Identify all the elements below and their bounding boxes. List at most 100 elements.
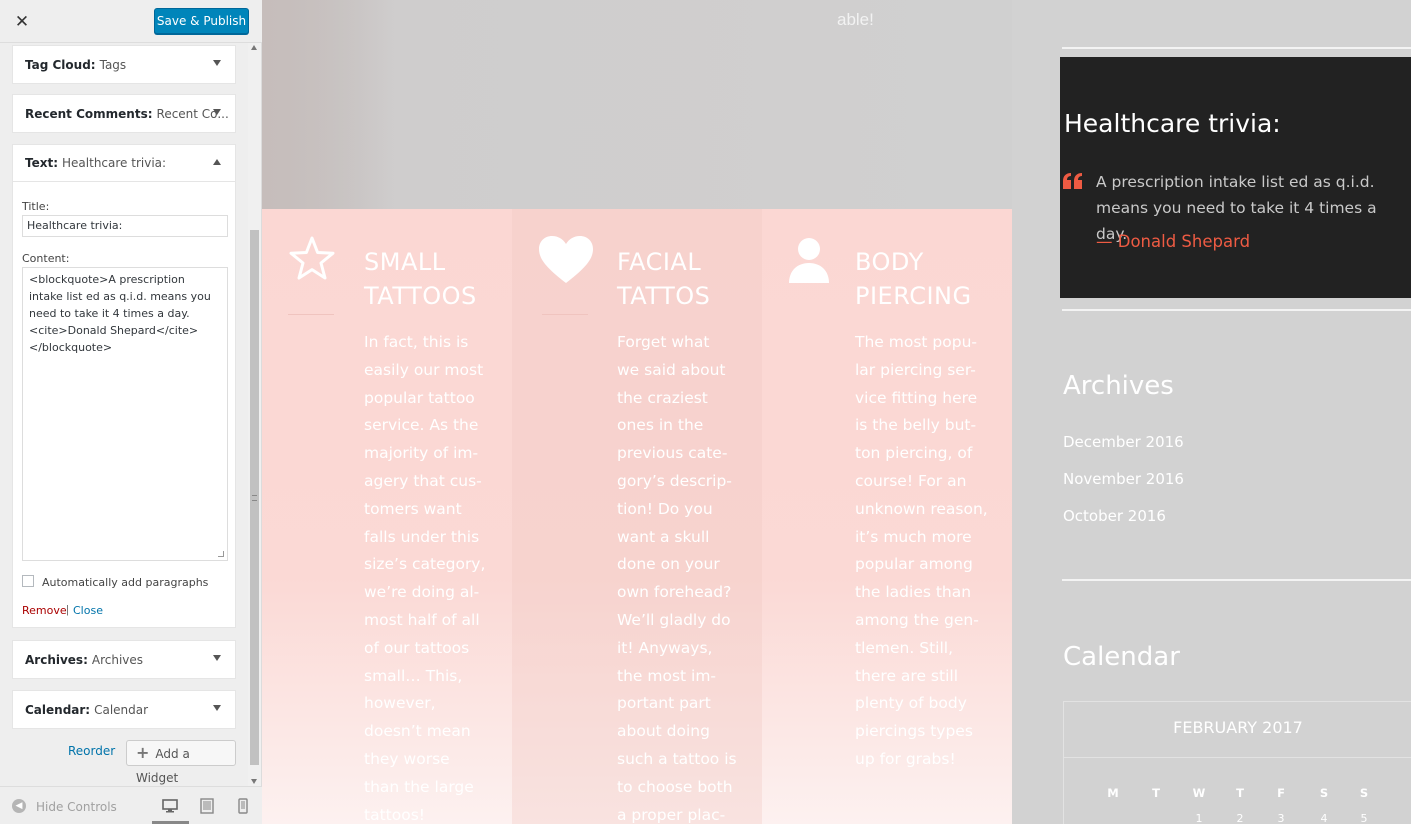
calendar-day[interactable]: 3	[1266, 812, 1296, 824]
expand-arrow-icon[interactable]	[213, 60, 221, 66]
tablet-preview-icon[interactable]	[198, 797, 216, 815]
widget-list: Tag Cloud: Tags Recent Comments: Recent Co…	[0, 43, 248, 786]
service-column: SMALL TATTOOS In fact, this is easily ou…	[262, 209, 512, 824]
archive-link[interactable]: December 2016	[1063, 433, 1184, 451]
hero-text: able!	[837, 10, 874, 29]
calendar-title: Calendar	[1063, 642, 1180, 672]
expand-arrow-icon[interactable]	[213, 655, 221, 661]
widget-header[interactable]: Recent Comments: Recent Co...	[13, 95, 235, 132]
service-description: Forget what we said about the craziest o…	[617, 333, 737, 824]
service-column: BODY PIERCING The most popu- lar piercin…	[762, 209, 1012, 824]
heart-icon	[539, 236, 593, 283]
title-input[interactable]: Healthcare trivia:	[22, 215, 228, 237]
hide-controls-icon[interactable]: ◀	[12, 799, 26, 813]
widget-recent-comments[interactable]: Recent Comments: Recent Co...	[12, 94, 236, 133]
customizer-header: ✕ Save & Publish	[0, 0, 262, 43]
weekday-header: F	[1277, 786, 1285, 800]
divider	[1062, 309, 1411, 311]
weekday-header: S	[1359, 786, 1369, 800]
weekday-header: M	[1107, 786, 1119, 800]
remove-widget-link[interactable]: Remove	[22, 604, 67, 617]
mobile-preview-icon[interactable]	[234, 797, 252, 815]
close-customizer-button[interactable]: ✕	[10, 10, 34, 34]
reorder-link[interactable]: Reorder	[68, 744, 115, 758]
service-divider	[288, 314, 334, 315]
quote-icon	[1063, 173, 1082, 189]
resize-handle-icon[interactable]	[218, 551, 224, 557]
widget-title: Healthcare trivia:	[62, 156, 167, 170]
widget-title: Tags	[99, 57, 127, 72]
customizer-footer: ◀ Hide Controls	[0, 786, 262, 824]
close-widget-link[interactable]: Close	[73, 604, 103, 617]
widget-title: Archives	[91, 652, 144, 667]
save-publish-button[interactable]: Save & Publish	[154, 8, 249, 34]
grip-icon	[252, 495, 257, 501]
expand-arrow-icon[interactable]	[213, 705, 221, 711]
services-section: SMALL TATTOOS In fact, this is easily ou…	[262, 209, 1012, 824]
widget-archives[interactable]: Archives: Archives	[12, 640, 236, 679]
weekday-header: S	[1319, 786, 1329, 800]
widget-calendar[interactable]: Calendar: Calendar	[12, 690, 236, 729]
calendar-day[interactable]: 1	[1184, 812, 1214, 824]
calendar-caption: FEBRUARY 2017	[1173, 718, 1303, 737]
weekday-header: W	[1192, 786, 1206, 800]
widget-type: Recent Comments:	[25, 106, 153, 121]
person-icon	[789, 238, 829, 283]
plus-icon: +	[136, 743, 150, 762]
archives-title: Archives	[1063, 371, 1174, 401]
link-separator: |	[66, 604, 69, 616]
widget-header[interactable]: Archives: Archives	[13, 641, 235, 678]
widget-type: Archives:	[25, 652, 88, 667]
trivia-title: Healthcare trivia:	[1064, 109, 1281, 138]
widget-type: Text:	[25, 156, 59, 170]
archive-link[interactable]: October 2016	[1063, 507, 1166, 525]
desktop-preview-icon[interactable]	[161, 797, 179, 815]
service-divider	[542, 314, 588, 315]
widget-tag-cloud[interactable]: Tag Cloud: Tags	[12, 45, 236, 84]
customizer-sidebar: ✕ Save & Publish Tag Cloud: Tags Recent C…	[0, 0, 262, 824]
auto-paragraphs-label: Automatically add paragraphs	[42, 576, 209, 589]
calendar-divider	[1064, 757, 1411, 758]
calendar-day[interactable]: 2	[1225, 812, 1255, 824]
add-widget-button[interactable]: + Add a Widget	[126, 740, 236, 785]
service-title: BODY PIERCING	[855, 248, 972, 310]
widget-header[interactable]: Text: Healthcare trivia:	[13, 145, 235, 182]
hero-section: able!	[262, 0, 1012, 209]
content-textarea[interactable]: <blockquote>A prescription intake list e…	[22, 267, 228, 561]
service-description: The most popu- lar piercing ser- vice fi…	[855, 333, 988, 768]
weekday-header: T	[1236, 786, 1244, 800]
service-title: SMALL TATTOOS	[364, 248, 477, 310]
sidebar-scrollbar[interactable]	[248, 43, 261, 786]
hero-image	[262, 0, 392, 209]
trivia-widget: Healthcare trivia: A prescription intake…	[1060, 57, 1411, 298]
calendar-day[interactable]: 4	[1309, 812, 1339, 824]
service-column: FACIAL TATTOS Forget what we said about …	[512, 209, 762, 824]
widget-title: Calendar	[94, 702, 149, 717]
widget-text: Text: Healthcare trivia: Title: Healthcar…	[12, 144, 236, 628]
content-text: <blockquote>A prescription intake list e…	[29, 273, 215, 354]
widget-header[interactable]: Tag Cloud: Tags	[13, 46, 235, 83]
archive-link[interactable]: November 2016	[1063, 470, 1184, 488]
divider	[1062, 579, 1411, 581]
site-preview: able! SMALL TATTOOS In fact, this is eas…	[262, 0, 1411, 824]
calendar-table: FEBRUARY 2017 M T W T F S S 1 2 3 4 5	[1063, 701, 1411, 824]
service-description: In fact, this is easily our most popular…	[364, 333, 486, 824]
scrollbar-thumb[interactable]	[250, 230, 259, 765]
preview-sidebar: Healthcare trivia: A prescription intake…	[1012, 0, 1411, 824]
service-title: FACIAL TATTOS	[617, 248, 711, 310]
collapse-arrow-icon[interactable]	[213, 159, 221, 165]
hide-controls-button[interactable]: Hide Controls	[36, 800, 117, 814]
trivia-cite: — Donald Shepard	[1096, 232, 1251, 251]
widget-type: Calendar:	[25, 702, 91, 717]
expand-arrow-icon[interactable]	[213, 109, 221, 115]
calendar-day[interactable]: 5	[1349, 812, 1379, 824]
star-icon	[289, 236, 335, 280]
widget-header[interactable]: Calendar: Calendar	[13, 691, 235, 728]
title-label: Title:	[22, 200, 50, 213]
auto-paragraphs-checkbox[interactable]	[22, 575, 34, 587]
widget-type: Tag Cloud:	[25, 57, 96, 72]
scroll-down-arrow-icon[interactable]	[251, 779, 257, 784]
scroll-up-arrow-icon[interactable]	[251, 45, 257, 50]
content-label: Content:	[22, 252, 70, 265]
divider	[1062, 47, 1411, 49]
